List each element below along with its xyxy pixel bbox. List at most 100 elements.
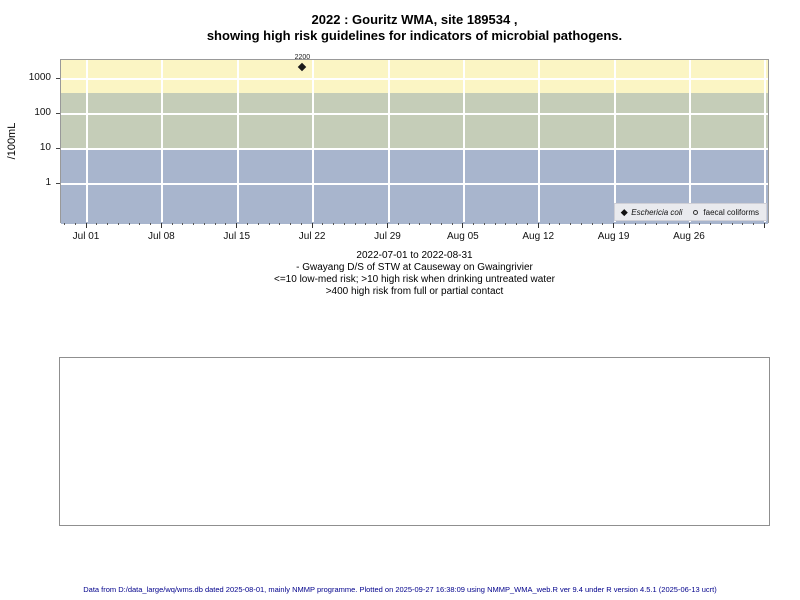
x-axis-minor-tick	[580, 223, 582, 226]
x-axis-minor-tick	[742, 223, 744, 226]
x-axis-tick-label: Jul 08	[148, 231, 175, 242]
x-axis-minor-tick	[516, 223, 518, 226]
x-axis-tick-label: Jul 29	[374, 231, 401, 242]
gridline-horizontal	[61, 78, 768, 80]
x-axis-minor-tick	[720, 223, 722, 226]
legend: Eschericia coli faecal coliforms	[613, 203, 767, 221]
x-axis-minor-tick	[699, 223, 701, 226]
x-axis-minor-tick	[548, 223, 550, 226]
legend-entry: faecal coliforms	[693, 208, 759, 217]
x-axis-minor-tick	[214, 223, 216, 226]
filled-diamond-icon	[620, 208, 628, 216]
gridline-vertical	[689, 60, 691, 222]
x-axis-minor-tick	[63, 223, 65, 226]
x-axis-major-tick	[236, 223, 238, 228]
x-axis-minor-tick	[526, 223, 528, 226]
x-axis-minor-tick	[290, 223, 292, 226]
x-axis-minor-tick	[300, 223, 302, 226]
x-axis-minor-tick	[731, 223, 733, 226]
x-axis-minor-tick	[279, 223, 281, 226]
chart-title-line1: 2022 : Gouritz WMA, site 189534 ,	[311, 12, 518, 27]
x-axis-minor-tick	[430, 223, 432, 226]
x-axis-major-tick	[537, 223, 539, 228]
x-axis-minor-tick	[666, 223, 668, 226]
high-risk-contact-band	[61, 60, 768, 93]
x-axis-minor-tick	[570, 223, 572, 226]
gridline-vertical	[764, 60, 767, 222]
x-axis-minor-tick	[483, 223, 485, 226]
x-axis-minor-tick	[656, 223, 658, 226]
x-axis-major-tick	[688, 223, 690, 228]
caption-risk-rule-drinking: <=10 low-med risk; >10 high risk when dr…	[274, 274, 555, 285]
x-axis-minor-tick	[171, 223, 173, 226]
x-axis-major-tick	[160, 223, 162, 228]
high-risk-drinking-band	[61, 92, 768, 149]
x-axis-minor-tick	[677, 223, 679, 226]
x-axis-minor-tick	[322, 223, 324, 226]
x-axis-minor-tick	[494, 223, 496, 226]
x-axis-minor-tick	[150, 223, 152, 226]
gridline-horizontal	[61, 183, 768, 185]
x-axis-minor-tick	[376, 223, 378, 226]
gridline-vertical	[613, 60, 616, 222]
x-axis-minor-tick	[710, 223, 712, 226]
gridline-vertical	[86, 60, 88, 222]
x-axis-major-tick	[613, 223, 615, 228]
chart-caption: 2022-07-01 to 2022-08-31 - Gwayang D/S o…	[60, 250, 769, 298]
footer-text: Data from D:/data_large/wq/wms.db dated …	[83, 585, 717, 594]
legend-entry: Eschericia coli	[620, 208, 682, 217]
gridline-vertical	[538, 60, 541, 222]
x-axis-minor-tick	[128, 223, 130, 226]
x-axis-minor-tick	[354, 223, 356, 226]
x-axis-major-tick	[462, 223, 464, 228]
x-axis-tick-label: Jul 22	[298, 231, 326, 242]
x-axis-tick-label: Jul 01	[72, 231, 100, 242]
x-axis-minor-tick	[473, 223, 475, 226]
x-axis-tick-label: Jul 15	[223, 231, 251, 242]
x-axis-minor-tick	[397, 223, 399, 226]
x-axis-minor-tick	[257, 223, 259, 226]
gridline-horizontal	[61, 113, 768, 115]
x-axis-minor-tick	[440, 223, 442, 226]
x-axis-minor-tick	[365, 223, 367, 226]
gridline-vertical	[462, 60, 465, 222]
x-axis-minor-tick	[343, 223, 345, 226]
x-axis-major-tick	[763, 223, 765, 228]
gridline-vertical	[312, 60, 315, 222]
y-axis-tick-label: 10	[39, 142, 51, 153]
x-axis-minor-tick	[247, 223, 249, 226]
x-axis-minor-tick	[117, 223, 119, 226]
x-axis-minor-tick	[419, 223, 421, 226]
x-axis-minor-tick	[591, 223, 593, 226]
gridline-vertical	[236, 60, 239, 222]
x-axis-minor-tick	[634, 223, 636, 226]
chart-title-line2: showing high risk guidelines for indicat…	[206, 28, 623, 43]
gridline-vertical	[161, 60, 164, 222]
x-axis-minor-tick	[203, 223, 205, 226]
x-axis-minor-tick	[451, 223, 453, 226]
x-axis-tick-label: Aug 12	[522, 231, 555, 242]
x-axis-minor-tick	[74, 223, 76, 226]
x-axis-minor-tick	[139, 223, 141, 226]
gridline-horizontal	[61, 148, 768, 150]
x-axis-minor-tick	[602, 223, 604, 226]
x-axis-minor-tick	[96, 223, 98, 226]
open-circle-icon	[693, 209, 699, 215]
x-axis-minor-tick	[623, 223, 625, 226]
caption-risk-rule-contact: >400 high risk from full or partial cont…	[325, 286, 504, 297]
x-axis-tick-label: Aug 19	[597, 231, 630, 242]
x-axis-minor-tick	[107, 223, 109, 226]
x-axis-minor-tick	[753, 223, 755, 226]
x-axis-minor-tick	[559, 223, 561, 226]
legend-label: faecal coliforms	[703, 207, 759, 217]
data-point-value-label: 2200	[294, 54, 311, 62]
plot-area: 2200 Eschericia coli faecal coliforms	[60, 54, 769, 224]
x-axis-major-tick	[311, 223, 313, 228]
x-axis-major-tick	[85, 223, 87, 228]
x-axis-minor-tick	[333, 223, 335, 226]
x-axis-minor-tick	[182, 223, 184, 226]
x-axis-minor-tick	[645, 223, 647, 226]
x-axis-minor-tick	[225, 223, 227, 226]
x-axis-tick-label: Aug 05	[447, 231, 479, 242]
x-axis-minor-tick	[408, 223, 410, 226]
